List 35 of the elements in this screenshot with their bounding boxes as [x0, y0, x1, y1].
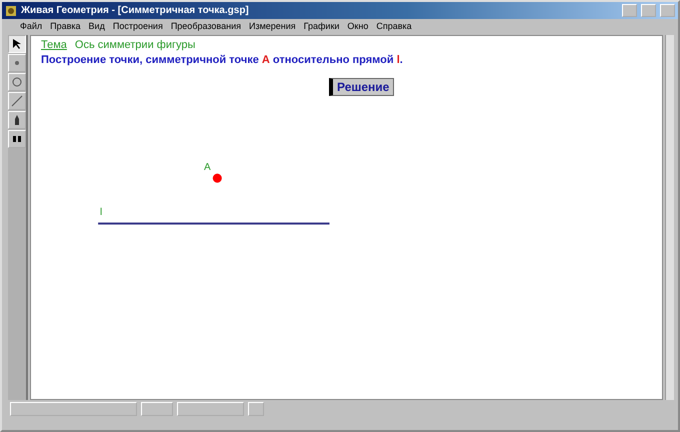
- circle-icon: [11, 76, 23, 88]
- tool-button[interactable]: [8, 35, 26, 53]
- menu-item[interactable]: Графики: [304, 21, 340, 31]
- menu-item[interactable]: Файл: [20, 21, 42, 31]
- zoom-field[interactable]: [10, 402, 137, 416]
- minimize-button[interactable]: [622, 4, 637, 17]
- script-icon: [11, 133, 23, 145]
- point-label: A: [204, 162, 211, 173]
- page-field[interactable]: [141, 402, 173, 416]
- tool-button[interactable]: [8, 130, 26, 148]
- navigation-buttons[interactable]: [177, 402, 244, 416]
- app-icon: [5, 4, 17, 16]
- tool-button[interactable]: [8, 73, 26, 91]
- point[interactable]: [212, 174, 222, 183]
- menu-item[interactable]: Вид: [88, 21, 105, 31]
- line-segment[interactable]: [98, 222, 330, 225]
- maximize-button[interactable]: [641, 4, 656, 17]
- task-text: Построение точки, симметричной точке A относительно прямой l.: [41, 54, 404, 66]
- tool-button[interactable]: [8, 111, 26, 129]
- line-label: l: [100, 207, 102, 218]
- menu-item[interactable]: Измерения: [248, 21, 296, 31]
- window-title: Живая Геометрия - [Симметричная точка.gsp]: [21, 5, 250, 16]
- menu-item[interactable]: Преобразования: [170, 21, 241, 31]
- line-icon: [11, 95, 23, 107]
- menu-item[interactable]: Окно: [347, 21, 368, 31]
- topic-text: Ось симметрии фигуры: [74, 39, 196, 51]
- arrow-icon: [11, 38, 23, 50]
- menu-item[interactable]: Правка: [50, 21, 81, 31]
- page-button[interactable]: [248, 402, 264, 416]
- solution-button[interactable]: Решение: [329, 78, 394, 96]
- menu-item[interactable]: Справка: [376, 21, 412, 31]
- menu-item[interactable]: Построения: [112, 21, 163, 31]
- topic-link[interactable]: Тема: [41, 39, 67, 51]
- vertical-scrollbar[interactable]: [665, 35, 674, 400]
- close-button[interactable]: [660, 4, 675, 17]
